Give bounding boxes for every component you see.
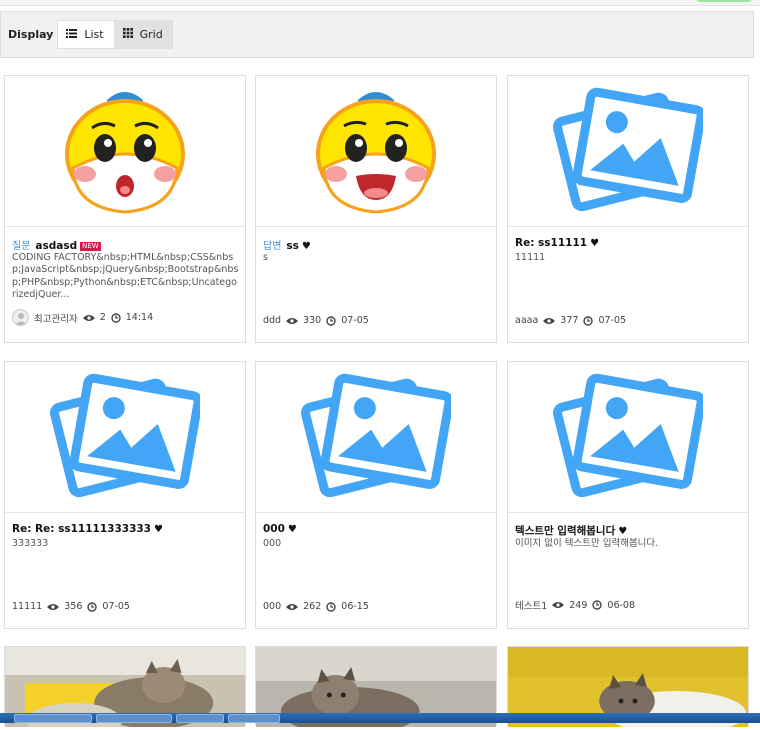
- placeholder-image-icon: [553, 80, 706, 223]
- post-category[interactable]: 질문: [12, 241, 30, 252]
- eye-icon: [540, 317, 558, 325]
- post-thumbnail[interactable]: [5, 362, 245, 513]
- post-date: 06-08: [607, 599, 636, 611]
- post-author[interactable]: ddd: [263, 315, 281, 326]
- post-thumbnail[interactable]: [508, 76, 748, 227]
- post-title[interactable]: 텍스트만 입력해봅니다: [515, 525, 615, 537]
- post-card[interactable]: Re: Re: ss11111333333 ♥ 333333 11111 356 …: [4, 361, 246, 629]
- clock-icon: [84, 601, 100, 612]
- post-title-line[interactable]: 답변 ss ♥: [263, 237, 490, 252]
- grid-view-button[interactable]: Grid: [114, 20, 173, 49]
- top-border: [0, 0, 760, 6]
- post-excerpt: 11111: [515, 252, 546, 263]
- heart-icon: ♥: [590, 238, 600, 249]
- post-author[interactable]: aaaa: [515, 315, 538, 326]
- post-author[interactable]: 최고관리자: [34, 311, 78, 325]
- eye-icon: [283, 317, 301, 325]
- post-date: 14:14: [125, 312, 154, 323]
- clock-icon: [589, 600, 605, 610]
- post-title[interactable]: asdasd: [35, 240, 77, 252]
- taskbar-item[interactable]: [14, 714, 92, 723]
- post-title-line[interactable]: Re: ss11111 ♥: [515, 237, 742, 249]
- post-excerpt: 333333: [12, 538, 49, 549]
- clock-icon: [323, 315, 339, 326]
- mascot-worried-image: [55, 80, 195, 223]
- top-action-button[interactable]: [696, 0, 752, 2]
- post-title[interactable]: Re: Re: ss11111333333: [12, 523, 151, 535]
- eye-icon: [80, 314, 98, 322]
- taskbar-item[interactable]: [176, 714, 224, 723]
- placeholder-image-icon: [50, 366, 203, 509]
- taskbar-item[interactable]: [228, 714, 280, 723]
- heart-icon: ♥: [287, 524, 297, 535]
- heart-icon: ♥: [301, 241, 311, 252]
- post-meta: aaaa 377 07-05: [515, 315, 626, 326]
- post-author[interactable]: 테스트1: [515, 598, 547, 612]
- post-excerpt: CODING FACTORY&nbsp;HTML&nbsp;CSS&nbsp;J…: [12, 252, 239, 301]
- eye-icon: [549, 601, 567, 609]
- post-thumbnail[interactable]: [5, 76, 245, 227]
- grid-view-label: Grid: [139, 28, 163, 41]
- list-view-label: List: [84, 28, 104, 41]
- post-title-line[interactable]: 질문 asdasd NEW: [12, 237, 239, 252]
- list-view-button[interactable]: List: [57, 20, 115, 49]
- clock-icon: [580, 315, 596, 326]
- heart-icon: ♥: [618, 526, 628, 537]
- post-thumbnail[interactable]: [256, 362, 496, 513]
- clock-icon: [323, 601, 339, 612]
- post-excerpt: s: [263, 252, 268, 263]
- placeholder-image-icon: [301, 366, 454, 509]
- eye-icon: [44, 603, 62, 611]
- post-views: 249: [569, 599, 588, 611]
- post-title-line[interactable]: Re: Re: ss11111333333 ♥: [12, 523, 239, 535]
- post-excerpt: 000: [263, 538, 282, 549]
- post-thumbnail[interactable]: [256, 76, 496, 227]
- post-meta: 11111 356 07-05: [12, 601, 130, 612]
- post-views: 330: [303, 315, 322, 326]
- post-date: 07-05: [102, 601, 130, 612]
- post-date: 06-15: [341, 601, 369, 612]
- post-card[interactable]: Re: ss11111 ♥ 11111 aaaa 377 07-05: [507, 75, 749, 343]
- display-toolbar: Display List Grid: [0, 11, 754, 58]
- post-views: 356: [64, 601, 83, 612]
- post-title[interactable]: Re: ss11111: [515, 237, 587, 249]
- post-date: 07-05: [341, 315, 369, 326]
- post-excerpt: 이미지 없이 텍스트만 입력해봅니다.: [515, 538, 659, 549]
- heart-icon: ♥: [154, 524, 163, 535]
- post-author[interactable]: 000: [263, 601, 281, 612]
- grid-icon: [122, 28, 133, 41]
- post-meta: ddd 330 07-05: [263, 315, 369, 326]
- clock-icon: [108, 312, 124, 323]
- post-meta: 테스트1 249 06-08: [515, 598, 636, 613]
- post-category[interactable]: 답변: [263, 241, 281, 252]
- post-thumbnail[interactable]: [508, 362, 748, 513]
- post-title[interactable]: ss: [286, 240, 299, 252]
- post-title-line[interactable]: 텍스트만 입력해봅니다 ♥: [515, 523, 742, 538]
- post-card[interactable]: 텍스트만 입력해봅니다 ♥ 이미지 없이 텍스트만 입력해봅니다. 테스트1 24…: [507, 361, 749, 629]
- post-views: 262: [303, 601, 322, 612]
- post-title[interactable]: 000: [263, 523, 285, 535]
- display-label: Display: [8, 28, 54, 41]
- post-meta: 최고관리자 2 14:14: [12, 309, 153, 326]
- post-meta: 000 262 06-15: [263, 601, 369, 612]
- taskbar-item[interactable]: [96, 714, 172, 723]
- post-date: 07-05: [598, 315, 627, 326]
- post-title-line[interactable]: 000 ♥: [263, 523, 490, 535]
- post-views: 2: [99, 312, 106, 323]
- mascot-happy-image: [306, 80, 446, 223]
- post-views: 377: [560, 315, 579, 326]
- avatar: [12, 309, 29, 326]
- post-author[interactable]: 11111: [12, 601, 42, 612]
- post-card[interactable]: 질문 asdasd NEW CODING FACTORY&nbsp;HTML&nbs…: [4, 75, 246, 343]
- post-card[interactable]: 000 ♥ 000 000 262 06-15: [255, 361, 497, 629]
- list-icon: [66, 28, 78, 41]
- new-badge: NEW: [80, 242, 101, 251]
- eye-icon: [283, 603, 301, 611]
- placeholder-image-icon: [553, 366, 706, 509]
- post-card[interactable]: 답변 ss ♥ s ddd 330 07-05: [255, 75, 497, 343]
